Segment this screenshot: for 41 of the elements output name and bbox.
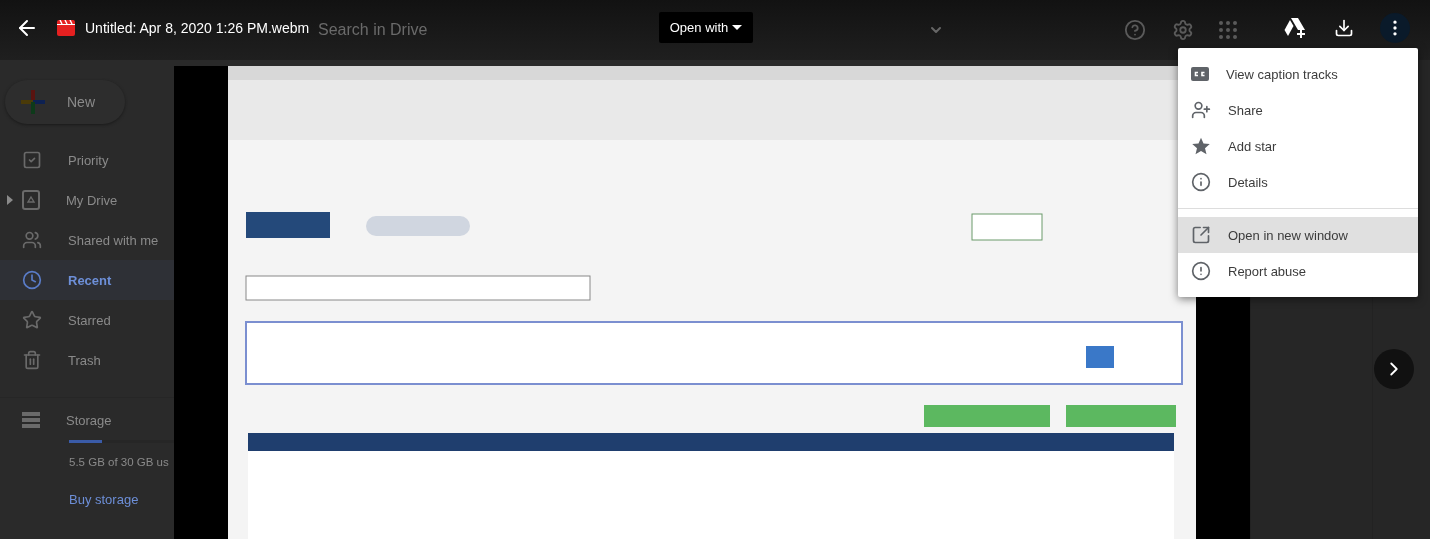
menu-item[interactable]: Share [1178,92,1418,128]
nav-item[interactable]: Starred [0,300,174,340]
settings-icon[interactable] [1172,19,1194,41]
info-icon [1191,172,1211,192]
captions-icon [1191,67,1209,81]
clock-icon [22,270,42,290]
menu-item[interactable]: Report abuse [1178,253,1418,289]
add-person-icon [1191,100,1211,120]
buy-storage-link[interactable]: Buy storage [69,492,139,507]
storage-label: Storage [66,412,112,428]
checkbox-icon [22,150,42,170]
star-icon [1191,136,1211,156]
plus-icon [21,90,45,114]
nav-item[interactable]: Shared with me [0,220,174,260]
storage-icon [22,412,40,428]
menu-item[interactable]: Open in new window [1178,217,1418,253]
nav-item[interactable]: Trash [0,340,174,380]
nav-item[interactable]: Recent [0,260,174,300]
menu-item[interactable]: View caption tracks [1178,56,1418,92]
nav-item[interactable]: My Drive [0,180,174,220]
storage-usage: 5.5 GB of 30 GB us [69,456,169,468]
open-external-icon [1191,225,1211,245]
open-with-button[interactable]: Open with [659,12,753,43]
new-button[interactable]: New [5,80,125,124]
apps-icon[interactable] [1218,20,1238,40]
help-icon[interactable] [1124,19,1146,41]
caret-icon [732,25,743,30]
star-icon [22,310,42,330]
menu-item[interactable]: Details [1178,164,1418,200]
download-button[interactable] [1334,18,1354,38]
file-title: Untitled: Apr 8, 2020 1:26 PM.webm [85,20,310,36]
trash-icon [22,350,42,370]
expand-arrow-icon[interactable] [7,195,13,205]
search-field[interactable]: Search in Drive [318,21,448,39]
people-icon [22,230,42,250]
video-file-icon [57,20,75,36]
drive-add-icon[interactable] [1284,18,1308,38]
alert-icon [1191,261,1211,281]
menu-item[interactable]: Add star [1178,128,1418,164]
drive-icon [22,190,40,210]
nav-item[interactable]: Priority [0,140,174,180]
